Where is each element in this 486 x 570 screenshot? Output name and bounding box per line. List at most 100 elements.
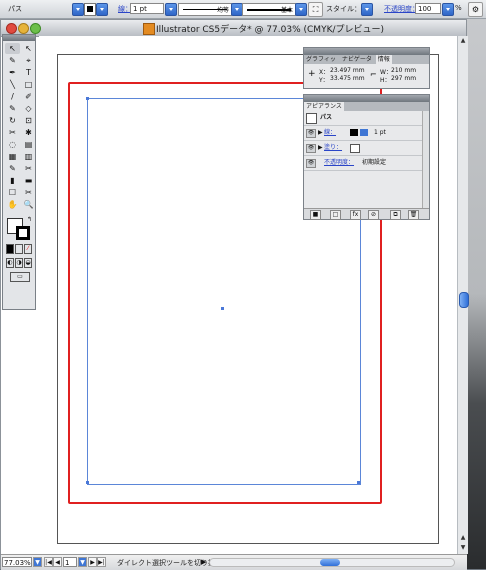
tool-icon[interactable]: ▬	[21, 175, 36, 186]
expand-arrow-icon[interactable]: ▶	[318, 126, 323, 140]
appearance-scrollbar[interactable]	[422, 111, 429, 209]
tool-icon[interactable]: ╲	[5, 79, 20, 90]
tool-icon[interactable]: T	[21, 67, 36, 78]
clear-appearance-icon[interactable]: ⊘	[368, 210, 379, 220]
add-stroke-icon[interactable]: ■	[310, 210, 321, 220]
zoom-dropdown[interactable]: ▼	[33, 557, 42, 567]
opacity-row-label[interactable]: 不透明度：	[324, 156, 354, 170]
gradient-mode-icon[interactable]	[15, 244, 23, 254]
tool-icon[interactable]: 🔍	[21, 199, 36, 210]
tool-icon[interactable]: ✐	[21, 91, 36, 102]
tool-icon[interactable]: ✒	[5, 67, 20, 78]
zoom-button[interactable]	[30, 23, 41, 34]
brush-box[interactable]: 基本	[242, 3, 296, 16]
tool-icon[interactable]: ↖	[21, 43, 36, 54]
add-fill-icon[interactable]: □	[330, 210, 341, 220]
tool-icon[interactable]: ▥	[21, 151, 36, 162]
add-effect-icon[interactable]: fx	[350, 210, 361, 220]
appearance-opacity-row[interactable]: 👁 不透明度： 初期設定	[304, 156, 429, 171]
appearance-object-row[interactable]: パス	[304, 111, 429, 126]
anchor-point[interactable]	[86, 481, 89, 484]
tool-icon[interactable]: ✂	[21, 187, 36, 198]
tool-icon[interactable]: ◌	[5, 139, 20, 150]
tool-icon[interactable]: ▮	[5, 175, 20, 186]
visibility-eye-icon[interactable]: 👁	[306, 159, 316, 168]
tool-icon[interactable]: ◇	[21, 103, 36, 114]
stroke-swatch-box[interactable]	[16, 226, 30, 240]
color-mode-icon[interactable]	[6, 244, 14, 254]
prev-artboard-icon[interactable]: ◀	[53, 557, 62, 567]
tool-icon[interactable]: /	[5, 91, 20, 102]
tool-icon[interactable]: ✎	[5, 163, 20, 174]
draw-normal-icon[interactable]: ◐	[6, 258, 14, 268]
tool-icon[interactable]: ✋	[5, 199, 20, 210]
stroke-weight-dropdown[interactable]	[165, 3, 177, 16]
fill-row-label[interactable]: 塗り：	[324, 141, 342, 155]
tool-icon[interactable]: ✱	[21, 127, 36, 138]
tool-icon[interactable]: ⌖	[21, 55, 36, 66]
tool-icon[interactable]: ▤	[21, 139, 36, 150]
fill-stroke-widget[interactable]: ↰	[5, 216, 33, 242]
minimize-button[interactable]	[18, 23, 29, 34]
anchor-point[interactable]	[86, 97, 89, 100]
artboard-dropdown[interactable]: ▼	[78, 557, 87, 567]
appearance-fill-row[interactable]: 👁 ▶ 塗り：	[304, 141, 429, 156]
style-dropdown[interactable]	[361, 3, 373, 16]
anchor-point[interactable]	[357, 481, 360, 484]
status-menu-icon[interactable]: ▶	[201, 558, 206, 566]
screen-mode-icon[interactable]: ▭	[10, 272, 30, 282]
info-panel-header[interactable]	[304, 48, 429, 55]
horizontal-scrollbar[interactable]	[209, 558, 455, 567]
tab-graphic-styles[interactable]: グラフィッ	[304, 55, 338, 64]
tool-icon[interactable]: ⊡	[21, 115, 36, 126]
opacity-label[interactable]: 不透明度：	[384, 4, 419, 14]
tool-icon[interactable]: ✂	[21, 163, 36, 174]
appearance-stroke-row[interactable]: 👁 ▶ 線： 1 pt	[304, 126, 429, 141]
first-artboard-icon[interactable]: |◀	[44, 557, 53, 567]
draw-inside-icon[interactable]: ◒	[24, 258, 32, 268]
next-artboard-icon[interactable]: ▶	[88, 557, 97, 567]
horizontal-scroll-thumb[interactable]	[320, 559, 340, 566]
brush-dropdown[interactable]	[295, 3, 307, 16]
close-button[interactable]	[6, 23, 17, 34]
panel-menu-icon[interactable]: ⚙	[468, 2, 483, 17]
tool-icon[interactable]: □	[21, 79, 36, 90]
stroke-color-swatch[interactable]	[350, 129, 358, 136]
tool-icon[interactable]: ↻	[5, 115, 20, 126]
zoom-field[interactable]: 77.03%	[2, 557, 32, 567]
stroke-swatch[interactable]	[84, 3, 96, 16]
graphic-style-icon[interactable]: ⛶	[308, 2, 323, 17]
duplicate-item-icon[interactable]: ⧉	[390, 210, 401, 220]
fill-color-swatch[interactable]	[350, 144, 360, 153]
tool-icon[interactable]: ☐	[5, 187, 20, 198]
vertical-scrollbar[interactable]: ▲ ▲ ▼	[457, 36, 469, 554]
tool-icon[interactable]: ↖	[5, 43, 20, 54]
scroll-up-top-icon[interactable]: ▲	[459, 37, 467, 45]
visibility-eye-icon[interactable]: 👁	[306, 129, 316, 138]
opacity-field[interactable]: 100	[415, 3, 441, 14]
visibility-eye-icon[interactable]: 👁	[306, 144, 316, 153]
stroke-profile-box[interactable]: 均等	[178, 3, 232, 16]
artboard-number-field[interactable]: 1	[63, 557, 77, 567]
tool-icon[interactable]: ✂	[5, 127, 20, 138]
last-artboard-icon[interactable]: ▶|	[97, 557, 106, 567]
trash-icon[interactable]: 🗑	[408, 210, 419, 220]
stroke-color-dropdown[interactable]	[360, 129, 368, 136]
draw-behind-icon[interactable]: ◑	[15, 258, 23, 268]
scroll-down-icon[interactable]: ▼	[459, 544, 467, 552]
tool-icon[interactable]: ▦	[5, 151, 20, 162]
tool-icon[interactable]: ✎	[5, 55, 20, 66]
tab-appearance[interactable]: アピアランス	[304, 102, 344, 111]
scroll-up-icon[interactable]: ▲	[459, 534, 467, 542]
stroke-row-label[interactable]: 線：	[324, 126, 336, 140]
opacity-dropdown[interactable]	[442, 3, 454, 16]
stroke-weight-field[interactable]: 1 pt	[130, 3, 164, 14]
none-mode-icon[interactable]: ⁄	[24, 244, 32, 254]
tool-icon[interactable]: ✎	[5, 103, 20, 114]
expand-arrow-icon[interactable]: ▶	[318, 141, 323, 155]
vertical-scroll-thumb[interactable]	[459, 292, 469, 308]
stroke-swatch-dropdown[interactable]	[96, 3, 108, 16]
swap-icon[interactable]: ↰	[27, 216, 32, 223]
fill-dropdown[interactable]	[72, 3, 84, 16]
tab-navigator[interactable]: ナビゲータ	[340, 55, 374, 64]
